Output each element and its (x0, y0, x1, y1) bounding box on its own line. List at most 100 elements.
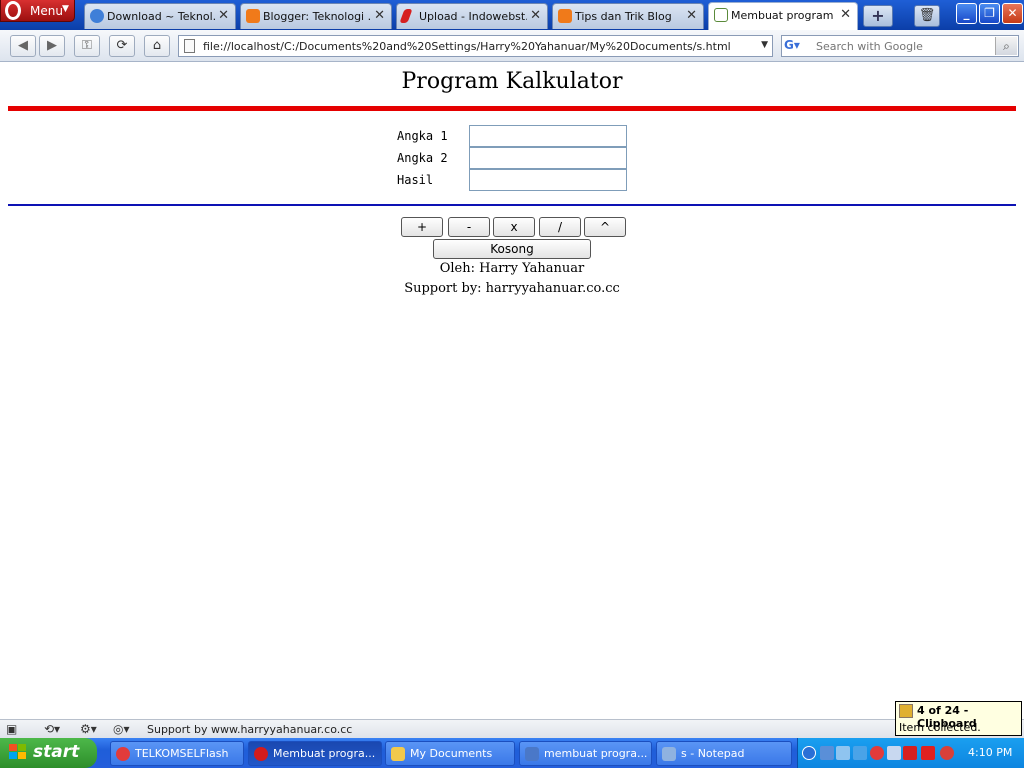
multiply-button[interactable]: x (493, 217, 535, 237)
hasil-row: Hasil (397, 169, 629, 191)
clipboard-icon (899, 704, 913, 718)
opera-logo-icon (5, 1, 21, 20)
task-opera[interactable]: Membuat progra... (248, 741, 382, 766)
telkomsel-tray-icon[interactable] (870, 746, 884, 760)
task-label: My Documents (410, 747, 493, 760)
close-tab-icon[interactable]: ✕ (374, 8, 385, 23)
taskbar: start TELKOMSELFlash Membuat progra... M… (0, 738, 1024, 768)
status-text: Support by www.harryyahanuar.co.cc (147, 723, 353, 736)
address-field[interactable]: file://localhost/C:/Documents%20and%20Se… (178, 35, 773, 57)
menu-label: Menu (30, 4, 63, 18)
globe-icon (90, 9, 104, 23)
tab-title: Upload - Indowebst... (419, 10, 527, 23)
chevron-down-icon[interactable]: ▼ (761, 40, 768, 50)
add-button[interactable]: + (401, 217, 443, 237)
minimize-button[interactable]: _ (956, 3, 977, 24)
panel-toggle-icon[interactable]: ▣ (6, 722, 17, 736)
search-icon[interactable]: ⌕ (995, 37, 1017, 55)
close-tab-icon[interactable]: ✕ (686, 8, 697, 23)
forward-button[interactable]: ▶ (39, 35, 65, 57)
task-label: s - Notepad (681, 747, 745, 760)
hasil-input[interactable] (469, 169, 627, 191)
tab-tips[interactable]: Tips dan Trik Blog ✕ (552, 3, 704, 29)
angka2-label: Angka 2 (397, 151, 448, 165)
unite-icon[interactable]: ⚙▾ (80, 722, 97, 736)
task-telkomselflash[interactable]: TELKOMSELFlash (110, 741, 244, 766)
back-button[interactable]: ◀ (10, 35, 36, 57)
blogger-icon (246, 9, 260, 23)
task-notepad[interactable]: s - Notepad (656, 741, 792, 766)
antivirus-icon[interactable] (903, 746, 917, 760)
task-label: Membuat progra... (273, 747, 376, 760)
start-label: start (33, 742, 80, 762)
tab-membuat-program[interactable]: Membuat program ... ✕ (708, 2, 858, 30)
restore-button[interactable]: ❐ (979, 3, 1000, 24)
connection-icon[interactable] (853, 746, 867, 760)
blue-divider (8, 204, 1016, 206)
address-url: file://localhost/C:/Documents%20and%20Se… (203, 40, 731, 53)
page-content: Program Kalkulator Angka 1 Angka 2 Hasil… (0, 63, 1024, 719)
folder-icon (391, 747, 405, 761)
task-label: TELKOMSELFlash (135, 747, 229, 760)
sync-icon[interactable]: ⟲▾ (44, 722, 60, 736)
word-icon (525, 747, 539, 761)
tab-bar: Menu ▼ Download ~ Teknol... ✕ Blogger: T… (0, 0, 1024, 30)
search-input[interactable] (816, 38, 986, 54)
angka2-row: Angka 2 (397, 147, 629, 169)
close-tab-icon[interactable]: ✕ (840, 7, 851, 22)
tab-download[interactable]: Download ~ Teknol... ✕ (84, 3, 236, 29)
hasil-label: Hasil (397, 173, 434, 187)
opera-menu-button[interactable]: Menu ▼ (0, 0, 75, 22)
task-label: membuat progra... (544, 747, 647, 760)
windows-logo-icon (9, 744, 27, 761)
close-tab-icon[interactable]: ✕ (218, 8, 229, 23)
navigation-bar: ◀ ▶ ⚿ ⟳ ⌂ file://localhost/C:/Documents%… (0, 30, 1024, 62)
task-my-documents[interactable]: My Documents (385, 741, 515, 766)
reload-button[interactable]: ⟳ (109, 35, 135, 57)
status-bar: ▣ ⟲▾ ⚙▾ ◎▾ Support by www.harryyahanuar.… (0, 719, 1024, 738)
angka1-row: Angka 1 (397, 125, 629, 147)
tab-title: Membuat program ... (731, 9, 837, 22)
tooltip-body: Item collected. (899, 721, 981, 734)
start-button[interactable]: start (0, 738, 97, 768)
blogger-icon (558, 9, 572, 23)
system-tray: 4:10 PM (797, 738, 1024, 768)
wand-key-icon[interactable]: ⚿ (74, 35, 100, 57)
page-icon (184, 39, 195, 53)
close-window-button[interactable]: ✕ (1002, 3, 1023, 24)
new-tab-button[interactable]: + (863, 5, 893, 27)
tab-title: Tips dan Trik Blog (575, 10, 672, 23)
red-divider (8, 106, 1016, 111)
author-text: Oleh: Harry Yahanuar (439, 261, 585, 276)
close-tab-icon[interactable]: ✕ (530, 8, 541, 23)
tab-blogger[interactable]: Blogger: Teknologi ... ✕ (240, 3, 392, 29)
safely-remove-icon[interactable] (887, 746, 901, 760)
tab-title: Blogger: Teknologi ... (263, 10, 371, 23)
ati-icon[interactable] (921, 746, 935, 760)
telkomsel-icon (116, 747, 130, 761)
angka1-label: Angka 1 (397, 129, 448, 143)
clear-button[interactable]: Kosong (433, 239, 591, 259)
notepad-icon (662, 747, 676, 761)
tab-upload[interactable]: Upload - Indowebst... ✕ (396, 3, 548, 29)
subtract-button[interactable]: - (448, 217, 490, 237)
turbo-icon[interactable]: ◎▾ (113, 722, 130, 736)
angka2-input[interactable] (469, 147, 627, 169)
google-icon[interactable]: G▾ (784, 38, 812, 54)
angka1-input[interactable] (469, 125, 627, 147)
home-button[interactable]: ⌂ (144, 35, 170, 57)
power-button[interactable]: ^ (584, 217, 626, 237)
clipboard-tooltip[interactable]: 4 of 24 - Clipboard Item collected. (895, 701, 1022, 736)
display-icon[interactable] (836, 746, 850, 760)
trash-icon[interactable]: 🗑 (914, 5, 940, 27)
upload-site-icon (399, 9, 413, 23)
network-icon[interactable] (820, 746, 834, 760)
chevron-down-icon: ▼ (62, 4, 69, 14)
divide-button[interactable]: / (539, 217, 581, 237)
tray-expand-icon[interactable] (802, 746, 816, 760)
clock: 4:10 PM (968, 746, 1013, 759)
search-box: G▾ ⌕ (781, 35, 1019, 57)
security-icon[interactable] (940, 746, 954, 760)
task-word-document[interactable]: membuat progra... (519, 741, 652, 766)
page-title: Program Kalkulator (401, 69, 623, 94)
